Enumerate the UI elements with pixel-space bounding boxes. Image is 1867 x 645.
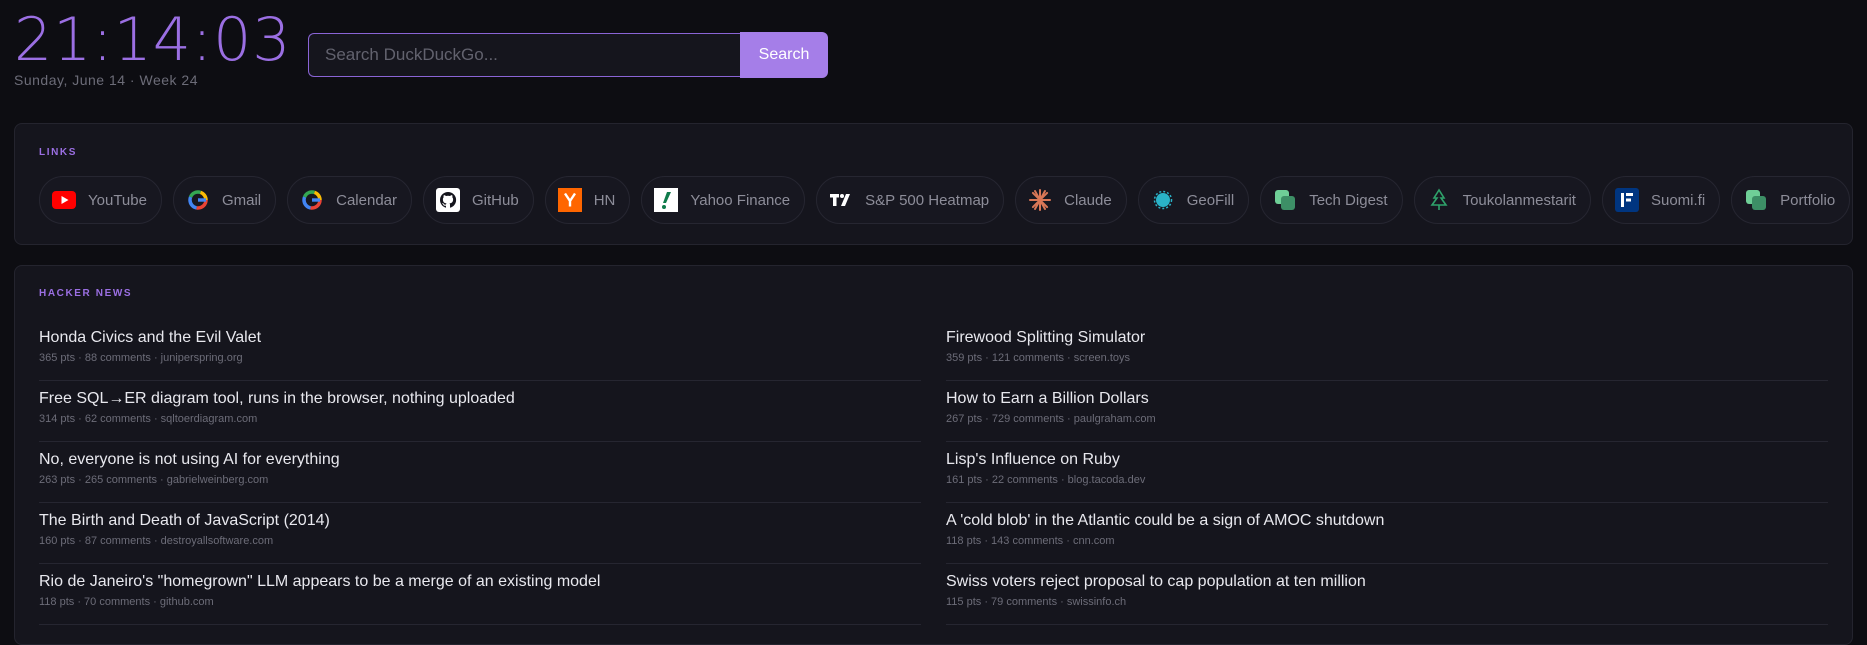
hn-story[interactable]: Swiss voters reject proposal to cap popu… <box>946 564 1828 625</box>
hn-story-title[interactable]: Free SQL→ER diagram tool, runs in the br… <box>39 389 921 409</box>
link-tech-digest[interactable]: Tech Digest <box>1260 176 1403 224</box>
hn-story-meta: 115 pts · 79 comments · swissinfo.ch <box>946 596 1127 608</box>
hn-story[interactable]: A 'cold blob' in the Atlantic could be a… <box>946 503 1828 564</box>
tech-digest-icon <box>1273 188 1297 212</box>
clock-time: 21:14:03 <box>14 5 292 75</box>
hn-story-meta: 359 pts · 121 comments · screen.toys <box>946 352 1131 364</box>
link-label: Gmail <box>221 191 262 209</box>
github-icon <box>436 188 460 212</box>
tradingview-icon <box>829 188 853 212</box>
hn-story-title[interactable]: Firewood Splitting Simulator <box>946 328 1828 348</box>
link-label: GitHub <box>472 191 519 209</box>
link-label: GeoFill <box>1186 191 1235 209</box>
link-portfolio[interactable]: Portfolio <box>1731 176 1851 224</box>
link-github[interactable]: GitHub <box>423 176 534 224</box>
yahoo-finance-icon <box>654 188 679 212</box>
search-button[interactable]: Search <box>740 32 828 78</box>
geofill-icon <box>1151 188 1175 212</box>
hn-column-left: Honda Civics and the Evil Valet 365 pts … <box>39 320 921 625</box>
suomi-icon <box>1614 188 1639 212</box>
link-label: S&P 500 Heatmap <box>865 191 990 209</box>
link-claude[interactable]: Claude <box>1015 176 1127 224</box>
google-icon <box>300 188 324 212</box>
hn-story-meta: 267 pts · 729 comments · paulgraham.com <box>946 413 1156 425</box>
hn-story-meta: 160 pts · 87 comments · destroyallsoftwa… <box>39 535 274 547</box>
hn-story[interactable]: The Birth and Death of JavaScript (2014)… <box>39 503 921 564</box>
hn-story-title[interactable]: The Birth and Death of JavaScript (2014) <box>39 511 921 531</box>
portfolio-icon <box>1744 188 1768 212</box>
links-list: YouTube Gmail Calendar GitHub HN Yahoo F… <box>39 176 1851 224</box>
hacker-news-panel: HACKER NEWS Honda Civics and the Evil Va… <box>14 265 1853 645</box>
link-calendar[interactable]: Calendar <box>287 176 412 224</box>
links-section-label: LINKS <box>39 147 77 158</box>
hn-story[interactable]: Rio de Janeiro's "homegrown" LLM appears… <box>39 564 921 625</box>
link-label: Claude <box>1064 191 1112 209</box>
hn-story-meta: 263 pts · 265 comments · gabrielweinberg… <box>39 474 269 486</box>
link-label: Toukolanmestarit <box>1462 191 1576 209</box>
links-panel: LINKS YouTube Gmail Calendar GitHub HN Y… <box>14 123 1853 245</box>
claude-icon <box>1028 188 1052 212</box>
hn-story-meta: 118 pts · 70 comments · github.com <box>39 596 214 608</box>
hn-story[interactable]: No, everyone is not using AI for everyth… <box>39 442 921 503</box>
hn-column-right: Firewood Splitting Simulator 359 pts · 1… <box>946 320 1828 625</box>
link-label: HN <box>593 191 616 209</box>
hn-story-title[interactable]: No, everyone is not using AI for everyth… <box>39 450 921 470</box>
hn-story[interactable]: How to Earn a Billion Dollars 267 pts · … <box>946 381 1828 442</box>
search-input[interactable] <box>308 33 740 77</box>
hn-story-title[interactable]: Lisp's Influence on Ruby <box>946 450 1828 470</box>
hn-story-title[interactable]: Swiss voters reject proposal to cap popu… <box>946 572 1828 592</box>
tree-icon <box>1427 188 1451 212</box>
clock-widget: 21:14:03 Sunday, June 14 · Week 24 <box>14 8 291 88</box>
hn-story[interactable]: Firewood Splitting Simulator 359 pts · 1… <box>946 320 1828 381</box>
hn-story-meta: 118 pts · 143 comments · cnn.com <box>946 535 1115 547</box>
hn-story[interactable]: Free SQL→ER diagram tool, runs in the br… <box>39 381 921 442</box>
link-hn[interactable]: HN <box>544 176 631 224</box>
link-label: Tech Digest <box>1309 191 1388 209</box>
hacker-news-icon <box>557 188 582 212</box>
hn-story-title[interactable]: A 'cold blob' in the Atlantic could be a… <box>946 511 1828 531</box>
hn-story-title[interactable]: Honda Civics and the Evil Valet <box>39 328 921 348</box>
hn-story[interactable]: Lisp's Influence on Ruby 161 pts · 22 co… <box>946 442 1828 503</box>
link-label: Portfolio <box>1780 191 1836 209</box>
hn-story-title[interactable]: How to Earn a Billion Dollars <box>946 389 1828 409</box>
link-yahoo-finance[interactable]: Yahoo Finance <box>641 176 806 224</box>
link-geofill[interactable]: GeoFill <box>1137 176 1250 224</box>
link-toukolanmestarit[interactable]: Toukolanmestarit <box>1413 176 1591 224</box>
hn-story-title[interactable]: Rio de Janeiro's "homegrown" LLM appears… <box>39 572 921 592</box>
hn-story[interactable]: Honda Civics and the Evil Valet 365 pts … <box>39 320 921 381</box>
hn-story-meta: 365 pts · 88 comments · juniperspring.or… <box>39 352 243 364</box>
link-label: Yahoo Finance <box>690 191 791 209</box>
hn-story-meta: 314 pts · 62 comments · sqltoerdiagram.c… <box>39 413 258 425</box>
hn-story-meta: 161 pts · 22 comments · blog.tacoda.dev <box>946 474 1146 486</box>
link-gmail[interactable]: Gmail <box>172 176 277 224</box>
google-icon <box>186 188 210 212</box>
hacker-news-section-label: HACKER NEWS <box>39 288 133 299</box>
link-label: Calendar <box>336 191 397 209</box>
link-sp500-heatmap[interactable]: S&P 500 Heatmap <box>816 176 1005 224</box>
link-youtube[interactable]: YouTube <box>39 176 162 224</box>
link-label: YouTube <box>88 191 147 209</box>
link-label: Suomi.fi <box>1650 191 1706 209</box>
youtube-icon <box>52 188 76 212</box>
link-suomi-fi[interactable]: Suomi.fi <box>1601 176 1721 224</box>
search-form: Search <box>308 32 828 79</box>
